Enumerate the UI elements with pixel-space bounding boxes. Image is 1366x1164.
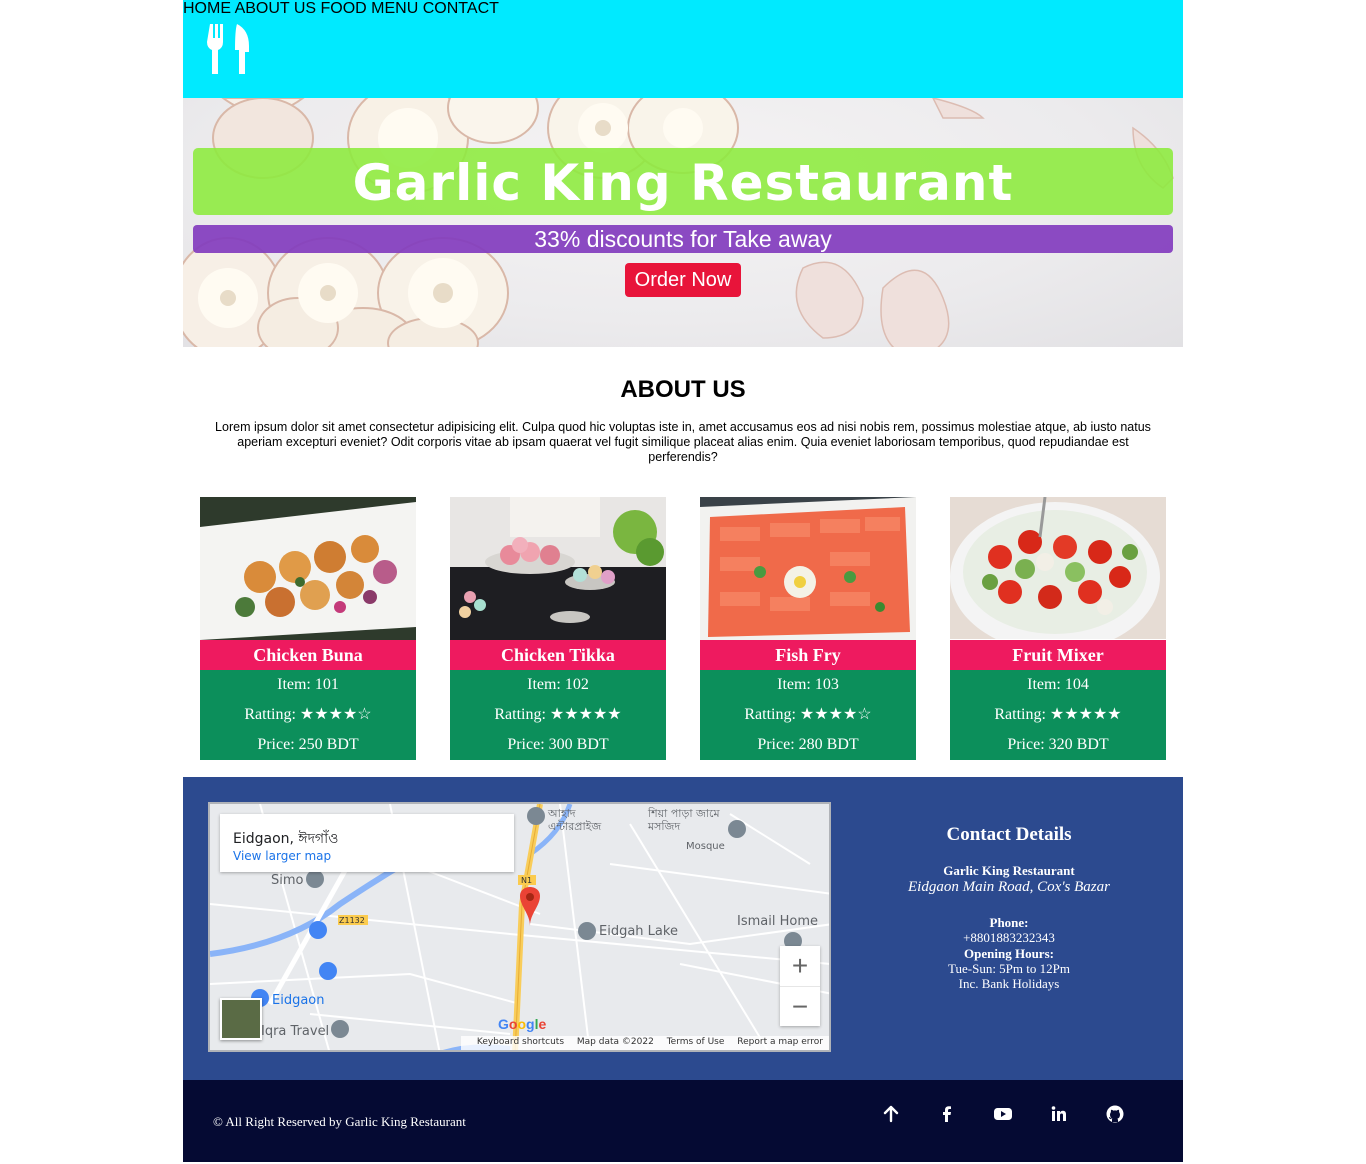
nav-contact[interactable]: CONTACT xyxy=(423,0,499,17)
arrow-up-icon[interactable] xyxy=(881,1104,901,1124)
view-larger-map-link[interactable]: View larger map xyxy=(233,849,331,863)
contact-title: Contact Details xyxy=(946,824,1072,845)
opening-hours: Tue-Sun: 5Pm to 12Pm xyxy=(948,961,1070,976)
food-rating: Ratting: ★★★★★ xyxy=(994,706,1122,723)
site-footer: © All Right Reserved by Garlic King Rest… xyxy=(183,1080,1183,1162)
map-label: Eidgaon xyxy=(272,993,325,1008)
nav-about-us[interactable]: ABOUT US xyxy=(235,0,317,17)
food-info: Item: 102 Ratting: ★★★★★ Price: 300 BDT xyxy=(450,670,666,760)
about-heading: ABOUT US xyxy=(620,376,746,403)
map-label: Eidgah Lake xyxy=(599,924,678,939)
menu-card[interactable]: Fruit Mixer Item: 104 Ratting: ★★★★★ Pri… xyxy=(950,497,1166,760)
menu-card[interactable]: Fish Fry Item: 103 Ratting: ★★★★☆ Price:… xyxy=(700,497,916,760)
map-place-name: Eidgaon, ঈদগাঁও xyxy=(233,831,339,847)
menu-card[interactable]: Chicken Tikka Item: 102 Ratting: ★★★★★ P… xyxy=(450,497,666,760)
food-name: Chicken Buna xyxy=(200,640,416,670)
facebook-icon[interactable] xyxy=(937,1104,957,1124)
food-image xyxy=(200,497,416,640)
linkedin-icon[interactable] xyxy=(1049,1104,1069,1124)
fork-knife-icon[interactable] xyxy=(207,24,253,74)
phone-number: +8801883232343 xyxy=(963,930,1055,945)
map-zoom-controls: + − xyxy=(780,946,820,1026)
food-rating: Ratting: ★★★★☆ xyxy=(244,706,372,723)
food-rating: Ratting: ★★★★★ xyxy=(494,706,622,723)
terms-of-use-link[interactable]: Terms of Use xyxy=(667,1037,725,1047)
hero-banner: Garlic King Restaurant 33% discounts for… xyxy=(183,98,1183,347)
keyboard-shortcuts-link[interactable]: Keyboard shortcuts xyxy=(477,1037,564,1047)
phone-label: Phone: xyxy=(989,915,1029,930)
map-label: Ismail Home xyxy=(737,914,818,929)
food-name: Fruit Mixer xyxy=(950,640,1166,670)
food-image xyxy=(950,497,1166,640)
github-icon[interactable] xyxy=(1105,1104,1125,1124)
google-logo: Google xyxy=(498,1016,547,1032)
menu-card[interactable]: Chicken Buna Item: 101 Ratting: ★★★★☆ Pr… xyxy=(200,497,416,760)
map-place-card: Eidgaon, ঈদগাঁও View larger map xyxy=(220,814,514,872)
food-item-number: Item: 101 xyxy=(277,676,339,693)
google-map[interactable]: Simo Eidgah Lake Ismail Home Eidgaon Iqr… xyxy=(208,802,831,1052)
food-info: Item: 101 Ratting: ★★★★☆ Price: 250 BDT xyxy=(200,670,416,760)
nav-home[interactable]: HOME xyxy=(183,0,231,17)
food-price: Price: 320 BDT xyxy=(1007,736,1109,753)
holidays-note: Inc. Bank Holidays xyxy=(958,976,1060,991)
youtube-icon[interactable] xyxy=(993,1104,1013,1124)
food-info: Item: 103 Ratting: ★★★★☆ Price: 280 BDT xyxy=(700,670,916,760)
food-image xyxy=(450,497,666,640)
food-info: Item: 104 Ratting: ★★★★★ Price: 320 BDT xyxy=(950,670,1166,760)
food-item-number: Item: 102 xyxy=(527,676,589,693)
opening-hours-label: Opening Hours: xyxy=(964,946,1054,961)
food-price: Price: 300 BDT xyxy=(507,736,609,753)
map-label: Simo xyxy=(271,873,304,888)
road-label: N1 xyxy=(521,876,533,885)
nav-food-menu[interactable]: FOOD MENU xyxy=(321,0,419,17)
zoom-out-button[interactable]: − xyxy=(780,986,820,1026)
page: HOME ABOUT US FOOD MENU CONTACT Garlic K… xyxy=(183,0,1183,1164)
zoom-in-button[interactable]: + xyxy=(780,946,820,986)
food-name: Chicken Tikka xyxy=(450,640,666,670)
food-price: Price: 250 BDT xyxy=(257,736,359,753)
garlic-background-image xyxy=(183,98,1174,347)
food-item-number: Item: 103 xyxy=(777,676,839,693)
report-map-error-link[interactable]: Report a map error xyxy=(737,1037,823,1047)
food-price: Price: 280 BDT xyxy=(757,736,859,753)
map-label: শিয়া পাড়া জামে মসজিদ xyxy=(648,807,720,833)
contact-restaurant-name: Garlic King Restaurant xyxy=(943,863,1075,878)
food-name: Fish Fry xyxy=(700,640,916,670)
hero-subtitle: 33% discounts for Take away xyxy=(193,225,1173,253)
copyright-text: © All Right Reserved by Garlic King Rest… xyxy=(213,1114,466,1129)
food-item-number: Item: 104 xyxy=(1027,676,1089,693)
map-label: Mosque xyxy=(686,841,725,852)
map-footer: Keyboard shortcuts Map data ©2022 Terms … xyxy=(460,1036,829,1050)
contact-section: Simo Eidgah Lake Ismail Home Eidgaon Iqr… xyxy=(183,777,1183,1080)
site-header: HOME ABOUT US FOOD MENU CONTACT xyxy=(183,0,1183,98)
hero-title: Garlic King Restaurant xyxy=(193,148,1173,215)
food-rating: Ratting: ★★★★☆ xyxy=(744,706,872,723)
map-label: আহাদ এন্টারপ্রাইজ xyxy=(548,807,602,833)
road-label: Z1132 xyxy=(339,916,365,925)
food-image xyxy=(700,497,916,640)
about-text: Lorem ipsum dolor sit amet consectetur a… xyxy=(215,420,1151,464)
order-now-button[interactable]: Order Now xyxy=(625,263,741,297)
satellite-toggle[interactable] xyxy=(220,998,262,1040)
map-label: Iqra Travel xyxy=(261,1024,330,1039)
map-data-text: Map data ©2022 xyxy=(576,1037,654,1047)
contact-address: Eidgaon Main Road, Cox's Bazar xyxy=(908,879,1110,895)
